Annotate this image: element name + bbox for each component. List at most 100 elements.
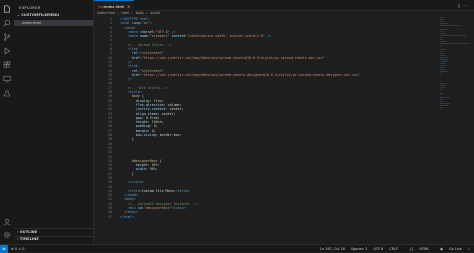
breadcrumb-item[interactable]: html (122, 11, 130, 15)
workspace-folder[interactable]: ⌄ CUSTOMFILEMENU (17, 13, 59, 17)
code-line[interactable]: </html> (116, 215, 456, 219)
chevron-right-icon: › (17, 237, 19, 241)
code-content[interactable]: <!DOCTYPE html> <html lang="en"> <head> … (116, 17, 456, 219)
code-token: ; (155, 167, 158, 172)
minimap-line (440, 23, 448, 24)
chevron-right-icon: › (146, 11, 148, 15)
breadcrumb-item[interactable]: index.html (97, 11, 115, 15)
code-token: <meta (127, 34, 138, 39)
minimap-line (440, 85, 446, 86)
activity-bar (0, 0, 14, 244)
minimap-line (440, 51, 444, 52)
explorer-sidebar: EXPLORER ⌄ CUSTOMFILEMENU index.html › O… (14, 0, 94, 244)
divider (14, 228, 93, 229)
minimap-line (440, 21, 443, 22)
line-number: 47 (108, 214, 112, 219)
end-of-line[interactable]: CRLF (389, 247, 398, 251)
minimap-line (440, 57, 449, 58)
problems-indicator[interactable]: ⊗ 0 ⚠ 0 (11, 247, 24, 251)
minimap-line (440, 17, 445, 18)
minimap-line (440, 43, 468, 44)
status-bar: ⇄ ⊗ 0 ⚠ 0 Ln 267, Col 18 Spaces: 2 UTF-8… (0, 244, 474, 253)
minimap-line (440, 99, 443, 100)
code-token: ; (161, 120, 164, 125)
broadcast-icon: ◉ (439, 246, 443, 251)
minimap-line (440, 109, 443, 110)
minimap-line (440, 35, 467, 36)
code-token: } (131, 137, 134, 142)
minimap-line (440, 83, 446, 84)
minimap-line (440, 69, 445, 70)
minimap[interactable] (440, 17, 468, 110)
testing-icon[interactable] (3, 89, 11, 97)
minimap-line (440, 49, 447, 50)
settings-gear-icon[interactable] (3, 231, 11, 239)
code-token: box-sizing (135, 133, 156, 138)
source-control-icon[interactable] (3, 33, 11, 41)
code-token: content (169, 34, 186, 39)
code-token: </title> (173, 188, 190, 193)
go-live-label: Go Live (449, 246, 462, 251)
editor-tab-bar: <> index.html × ▯⋯ (94, 0, 474, 11)
language-mode[interactable]: {} HTML (404, 247, 429, 251)
code-token: width (135, 167, 146, 172)
code-token: } (131, 171, 134, 176)
minimap-line (440, 25, 460, 26)
code-token: "https://cdn.jsdelivr.net/npm/@mescius/s… (141, 55, 325, 60)
outline-section[interactable]: › OUTLINE (17, 230, 37, 234)
error-count: 0 (14, 246, 18, 251)
code-token: ; (155, 124, 158, 129)
warning-icon: ⚠ (18, 246, 22, 251)
chevron-right-icon: › (17, 230, 19, 234)
minimap-line (440, 63, 446, 64)
minimap-line (440, 65, 446, 66)
code-editor[interactable]: 1 2 3 4 5 6 7 8 9 10 11 12 13 14 15 16 17 18 19 20 21 22 23 24 2… (94, 17, 474, 244)
minimap-line (440, 71, 449, 72)
code-token: </style> (127, 180, 144, 185)
minimap-line (440, 31, 443, 32)
search-icon[interactable] (3, 19, 11, 27)
code-token: ></div> (171, 206, 186, 211)
minimap-line (440, 39, 443, 40)
minimap-line (440, 97, 450, 98)
minimap-line (440, 93, 444, 94)
minimap-line (440, 89, 443, 90)
code-token: name (137, 34, 148, 39)
minimap-line (440, 41, 446, 42)
go-live-button[interactable]: ◉ Go Live (435, 247, 462, 251)
tab-label: index.html (104, 4, 125, 9)
run-debug-icon[interactable] (3, 47, 11, 55)
outline-label: OUTLINE (19, 230, 38, 234)
status-right: Ln 267, Col 18 Spaces: 2 UTF-8 CRLF {} H… (315, 247, 470, 251)
breadcrumb-item[interactable]: body (136, 11, 144, 15)
cursor-position[interactable]: Ln 267, Col 18 (320, 247, 345, 251)
close-icon[interactable]: × (127, 4, 130, 9)
files-icon[interactable] (3, 5, 11, 13)
more-actions-icon[interactable]: ⋯ (463, 3, 470, 8)
remote-explorer-icon[interactable] (3, 75, 11, 83)
breadcrumb-item[interactable]: script (151, 11, 160, 15)
file-item-index-html[interactable]: index.html (14, 20, 93, 26)
timeline-section[interactable]: › TIMELINE (17, 237, 39, 241)
code-token: : center; (157, 111, 176, 116)
extensions-icon[interactable] (3, 61, 11, 69)
warning-count: 0 (22, 246, 25, 251)
chevron-right-icon: › (131, 11, 133, 15)
minimap-line (440, 87, 446, 88)
tab-index-html[interactable]: <> index.html × (94, 0, 134, 11)
code-token: "designerHost" (143, 206, 172, 211)
account-icon[interactable] (3, 218, 11, 226)
minimap-line (440, 33, 446, 34)
encoding[interactable]: UTF-8 (373, 247, 383, 251)
notifications-bell-icon[interactable]: ♪ (468, 247, 470, 251)
minimap-line (440, 45, 442, 46)
minimap-line (440, 59, 449, 60)
code-token: : border-box; (155, 133, 182, 138)
editor-actions: ▯⋯ (458, 3, 470, 8)
indentation[interactable]: Spaces: 2 (351, 247, 367, 251)
minimap-line (440, 61, 448, 62)
minimap-line (440, 53, 444, 54)
code-token: href (131, 55, 140, 60)
